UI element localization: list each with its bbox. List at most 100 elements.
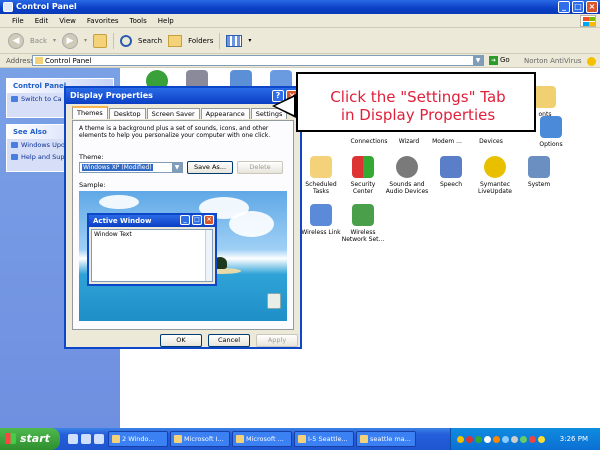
window-title: Control Panel (16, 2, 77, 11)
address-dropdown-icon[interactable]: ▼ (473, 56, 483, 65)
modem-item[interactable]: Modem ... (422, 138, 472, 145)
sounds-item[interactable]: Sounds and Audio Devices (382, 156, 432, 195)
minimize-button[interactable]: _ (558, 1, 570, 13)
folders-button[interactable]: Folders (188, 37, 213, 45)
theme-sample-preview: Active Window _ □ × Window Text (79, 191, 287, 321)
symantec-label: Symantec LiveUpdate (478, 181, 512, 195)
tray-icon[interactable] (457, 435, 464, 443)
theme-value: Windows XP (Modified) (82, 164, 153, 171)
tray-icon[interactable] (466, 435, 473, 443)
system-tray: 3:26 PM (450, 428, 600, 450)
security-center-item[interactable]: Security Center (338, 156, 388, 195)
wireless-link-label: Wireless Link (301, 229, 341, 236)
tab-appearance[interactable]: Appearance (200, 108, 250, 119)
back-button[interactable]: Back (30, 37, 47, 45)
scheduled-tasks-label: Scheduled Tasks (305, 181, 337, 195)
taskbar-item-seattle-map[interactable]: seattle ma... (356, 431, 416, 447)
back-icon[interactable]: ◀ (8, 32, 24, 49)
save-as-button[interactable]: Save As... (187, 161, 233, 174)
menu-help[interactable]: Help (158, 14, 174, 27)
tray-icon[interactable] (511, 435, 518, 443)
views-icon[interactable] (226, 34, 243, 47)
tray-icon[interactable] (475, 435, 482, 443)
wireless-network-item[interactable]: Wireless Network Set... (338, 204, 388, 243)
wireless-link-icon (310, 204, 332, 226)
fonts-icon (534, 86, 556, 108)
up-folder-icon[interactable] (93, 33, 108, 48)
taskbar-item-windows[interactable]: 2 Windo... (108, 431, 168, 447)
tray-icon[interactable] (502, 435, 509, 443)
ok-button[interactable]: OK (160, 334, 202, 347)
menu-view[interactable]: View (59, 14, 76, 27)
instruction-callout: Click the "Settings" Tab in Display Prop… (296, 72, 536, 132)
tab-desktop[interactable]: Desktop (108, 108, 146, 119)
back-dropdown-icon[interactable]: ▾ (53, 37, 56, 44)
toolbar: ◀ Back ▾ ▶ ▾ Search Folders ▾ (0, 28, 600, 54)
apply-button[interactable]: Apply (256, 334, 298, 347)
options-icon (540, 116, 562, 138)
taskbar-item-i5-seattle[interactable]: I-5 Seattle... (294, 431, 354, 447)
devices-item[interactable]: Devices (466, 138, 516, 145)
folder-icon (35, 57, 43, 64)
taskbar-item-microsoft-2[interactable]: Microsoft ... (232, 431, 292, 447)
address-bar: Address Control Panel ▼ ➔ Go Norton AntiV… (0, 54, 600, 79)
clock[interactable]: 3:26 PM (560, 428, 588, 450)
scheduled-tasks-icon (310, 156, 332, 178)
tab-screen-saver[interactable]: Screen Saver (146, 108, 200, 119)
menu-favorites[interactable]: Favorites (87, 14, 119, 27)
callout-text: Click the "Settings" Tab in Display Prop… (304, 88, 532, 124)
go-button[interactable]: ➔ Go (489, 55, 519, 66)
address-value: Control Panel (45, 57, 92, 65)
maximize-button[interactable]: □ (572, 1, 584, 13)
norton-icon (586, 56, 596, 66)
tray-icon[interactable] (529, 435, 536, 443)
norton-label: Norton AntiVirus (524, 57, 582, 65)
theme-label: Theme: (79, 153, 104, 161)
search-icon[interactable] (120, 34, 133, 47)
menu-file[interactable]: File (12, 14, 24, 27)
symantec-item[interactable]: Symantec LiveUpdate (470, 156, 520, 195)
symantec-icon (484, 156, 506, 178)
quick-launch (68, 434, 104, 444)
speaker-icon (396, 156, 418, 178)
menu-edit[interactable]: Edit (35, 14, 49, 27)
outlook-icon[interactable] (81, 434, 91, 444)
speech-item[interactable]: Speech (426, 156, 476, 188)
menu-tools[interactable]: Tools (130, 14, 147, 27)
sample-window-body: Window Text (91, 229, 213, 282)
taskbar-item-microsoft-1[interactable]: Microsoft I... (170, 431, 230, 447)
cancel-button[interactable]: Cancel (208, 334, 250, 347)
menu-bar: File Edit View Favorites Tools Help (0, 14, 600, 28)
sample-window-titlebar: Active Window _ □ × (89, 215, 215, 227)
wizard-label: Wizard (398, 138, 420, 145)
toolbar-divider (219, 32, 221, 49)
ie-icon[interactable] (68, 434, 78, 444)
address-input[interactable]: Control Panel ▼ (32, 55, 484, 66)
folders-icon[interactable] (168, 34, 183, 47)
forward-icon[interactable]: ▶ (62, 32, 79, 49)
start-button[interactable]: start (0, 428, 60, 450)
views-dropdown-icon[interactable]: ▾ (248, 37, 251, 44)
windows-logo-icon (580, 15, 596, 27)
dialog-title: Display Properties (70, 91, 153, 100)
system-label: System (527, 181, 551, 188)
connections-label: Connections (350, 138, 388, 145)
show-desktop-icon[interactable] (94, 434, 104, 444)
sample-maximize-icon: □ (192, 215, 202, 225)
system-item[interactable]: System (514, 156, 564, 188)
devices-label: Devices (479, 138, 503, 145)
tray-icon[interactable] (538, 435, 545, 443)
modem-label: Modem ... (432, 138, 462, 145)
theme-dropdown-icon[interactable]: ▼ (172, 163, 182, 172)
tray-icon[interactable] (484, 435, 491, 443)
tray-icon[interactable] (493, 435, 500, 443)
close-button[interactable]: × (586, 1, 598, 13)
theme-select[interactable]: Windows XP (Modified) ▼ (79, 162, 183, 173)
themes-panel: A theme is a background plus a set of so… (72, 120, 294, 330)
wireless-network-icon (352, 204, 374, 226)
tray-icon[interactable] (520, 435, 527, 443)
search-button[interactable]: Search (138, 37, 162, 45)
tab-themes[interactable]: Themes (72, 106, 108, 119)
delete-button[interactable]: Delete (237, 161, 283, 174)
forward-dropdown-icon[interactable]: ▾ (84, 37, 87, 44)
